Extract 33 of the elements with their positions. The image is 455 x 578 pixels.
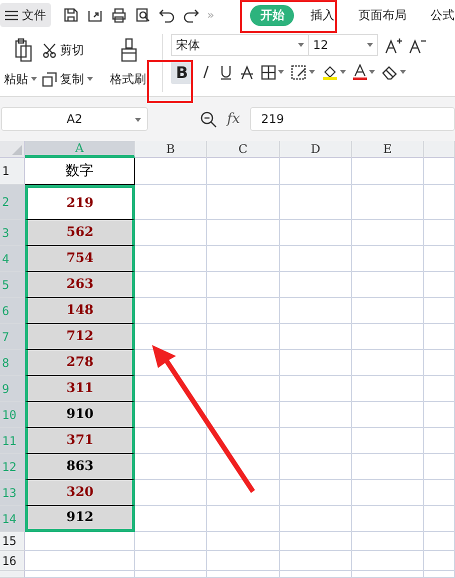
column-header[interactable]: E bbox=[352, 141, 424, 158]
row-header[interactable]: 15 bbox=[0, 532, 25, 551]
table-cell: 754 bbox=[25, 246, 135, 272]
table-cell: 数字 bbox=[25, 158, 135, 185]
table-cell: 278 bbox=[25, 350, 135, 376]
font-size-select[interactable]: 12 bbox=[308, 34, 378, 56]
copy-button[interactable]: 复制 bbox=[42, 70, 110, 88]
table-cell: 910 bbox=[25, 402, 135, 428]
table-cell: 712 bbox=[25, 324, 135, 350]
table-cell: 148 bbox=[25, 298, 135, 324]
formula-field[interactable]: 219 bbox=[250, 107, 455, 131]
table-cell: 562 bbox=[25, 220, 135, 246]
ribbon-tab[interactable]: 公式 bbox=[422, 4, 454, 26]
table-cell: 263 bbox=[25, 272, 135, 298]
function-button[interactable]: fx bbox=[227, 111, 240, 127]
table-cell: 863 bbox=[25, 454, 135, 480]
ribbon-tab[interactable]: 插入 bbox=[302, 4, 342, 26]
name-box[interactable]: A2 bbox=[1, 107, 148, 131]
paste-button[interactable]: 粘贴 bbox=[4, 70, 42, 88]
table-cell: 311 bbox=[25, 376, 135, 402]
column-header[interactable]: D bbox=[280, 141, 352, 158]
cut-button[interactable]: 剪切 bbox=[42, 42, 110, 58]
format-painter-button[interactable]: 格式刷 bbox=[110, 70, 148, 88]
file-menu-button[interactable]: 文件 bbox=[0, 3, 51, 27]
font-name-select[interactable]: 宋体 bbox=[171, 34, 309, 56]
table-cell: 320 bbox=[25, 480, 135, 506]
table-cell: 371 bbox=[25, 428, 135, 454]
ribbon-tab[interactable]: 页面布局 bbox=[350, 4, 414, 26]
row-header[interactable]: 16 bbox=[0, 551, 25, 571]
column-header[interactable]: C bbox=[207, 141, 280, 158]
row-header[interactable]: 1 bbox=[0, 158, 25, 185]
column-header[interactable]: B bbox=[135, 141, 207, 158]
table-cell: 912 bbox=[25, 506, 135, 532]
